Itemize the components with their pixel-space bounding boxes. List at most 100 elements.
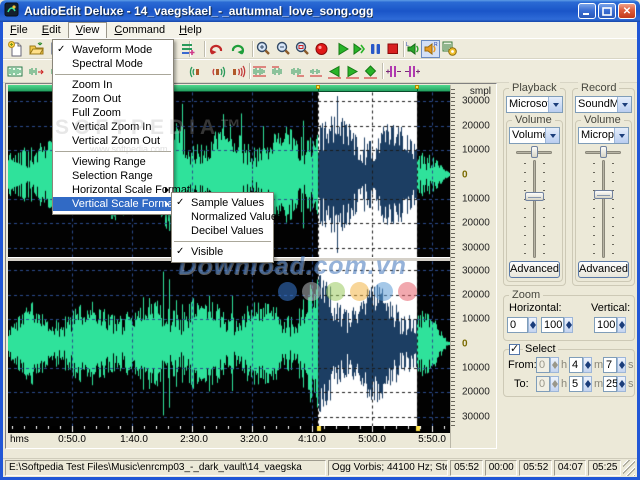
record-device-select[interactable]: SoundMAX [575, 96, 632, 113]
redo-button[interactable] [228, 40, 247, 58]
toolbar-separator [204, 40, 206, 57]
playback-balance-thumb[interactable] [531, 146, 538, 158]
record-volume-thumb[interactable] [594, 190, 613, 199]
loop-preview-button[interactable] [228, 62, 247, 80]
spinner[interactable] [583, 357, 592, 373]
menu-view[interactable]: View [67, 22, 108, 38]
select-to-seconds-field[interactable]: 25 [603, 376, 618, 392]
playback-device-select[interactable]: Microsoft S [506, 96, 563, 113]
chevron-down-icon [621, 102, 628, 107]
zoom-selection-button[interactable] [293, 40, 312, 58]
undo-button[interactable] [207, 40, 226, 58]
playback-volume-source-select[interactable]: Volume Co [509, 127, 560, 144]
record-advanced-button[interactable]: Advanced [578, 261, 629, 278]
zoom-in-button[interactable] [254, 40, 273, 58]
select-to-start-button[interactable] [269, 62, 288, 80]
select-to-minutes-field[interactable]: 5 [569, 376, 583, 392]
go-to-end-button[interactable] [343, 62, 362, 80]
selection-handle-icon[interactable] [415, 85, 419, 89]
status-selection-end-time: 05:25 [588, 460, 622, 476]
menu-item-selection-range[interactable]: Selection Range [53, 169, 173, 183]
spinner[interactable] [528, 317, 537, 333]
window-title: AudioEdit Deluxe - 14_vaegskael_-_autumn… [24, 4, 374, 18]
menu-item-sample-values[interactable]: Sample Values [172, 196, 273, 210]
menu-item-horizontal-scale-format[interactable]: Horizontal Scale Format [53, 183, 190, 197]
waveform-grid-button[interactable] [6, 62, 25, 80]
waveform-channel-right[interactable] [8, 261, 450, 426]
chevron-down-icon [618, 133, 625, 138]
select-from-minutes-field[interactable]: 4 [569, 357, 583, 373]
open-file-button[interactable] [27, 40, 46, 58]
zoom-h-end-field[interactable]: 100 [541, 317, 564, 333]
status-selection-start-time: 04:07 [553, 460, 587, 476]
menu-item-full-zoom[interactable]: Full Zoom [53, 106, 173, 120]
audio-properties-button[interactable] [440, 40, 459, 58]
title-bar[interactable]: AudioEdit Deluxe - 14_vaegskael_-_autumn… [0, 0, 640, 22]
record-button[interactable] [312, 40, 331, 58]
maximize-button[interactable] [598, 3, 616, 19]
spinner[interactable] [617, 317, 626, 333]
record-volume-source-select[interactable]: Micropho [578, 127, 629, 144]
dropdown-button[interactable] [617, 97, 631, 112]
stereo-preview-button[interactable] [208, 62, 227, 80]
select-to-hours-field[interactable]: 0 [536, 376, 550, 392]
marker-start-button[interactable] [384, 62, 403, 80]
slider-ticks [612, 163, 614, 255]
menu-help[interactable]: Help [172, 22, 209, 38]
spinner[interactable] [617, 376, 626, 392]
mix-paste-button[interactable] [179, 40, 198, 58]
selection-handle-icon[interactable] [316, 85, 320, 89]
record-balance-thumb[interactable] [600, 146, 607, 158]
spinner[interactable] [564, 317, 573, 333]
select-all-button[interactable] [250, 62, 269, 80]
menu-item-vertical-zoom-in[interactable]: Vertical Zoom In [53, 120, 173, 134]
marker-end-button[interactable] [403, 62, 422, 80]
dropdown-button[interactable] [545, 128, 559, 143]
right-channel-speaker-button[interactable]: R [421, 39, 440, 58]
menu-item-zoom-in[interactable]: Zoom In [53, 78, 173, 92]
menu-item-zoom-out[interactable]: Zoom Out [53, 92, 173, 106]
spinner[interactable] [550, 376, 559, 392]
minimize-button[interactable] [578, 3, 596, 19]
menu-command[interactable]: Command [107, 22, 172, 38]
select-none-button[interactable] [307, 62, 326, 80]
menu-file[interactable]: File [3, 22, 35, 38]
spinner[interactable] [583, 376, 592, 392]
timeline-ruler[interactable]: hms 0:50.0 1:40.0 2:30.0 3:20.0 4:10.0 5… [8, 433, 450, 448]
menu-edit[interactable]: Edit [35, 22, 68, 38]
spinner[interactable] [550, 357, 559, 373]
resize-grip[interactable] [623, 460, 635, 476]
menu-item-visible[interactable]: Visible [172, 245, 273, 259]
mono-preview-button[interactable] [188, 62, 207, 80]
menu-item-waveform-mode[interactable]: Waveform Mode [53, 43, 173, 57]
menu-item-spectral-mode[interactable]: Spectral Mode [53, 57, 173, 71]
go-to-selection-button[interactable] [361, 62, 380, 80]
menu-item-decibel-values[interactable]: Decibel Values [172, 224, 273, 238]
close-button[interactable]: ✕ [618, 3, 636, 19]
zoom-h-start-field[interactable]: 0 [507, 317, 528, 333]
spinner[interactable] [617, 357, 626, 373]
application-window: AudioEdit Deluxe - 14_vaegskael_-_autumn… [0, 0, 640, 480]
playback-advanced-button[interactable]: Advanced [509, 261, 560, 278]
dropdown-button[interactable] [548, 97, 562, 112]
new-file-button[interactable] [6, 40, 25, 58]
menu-item-viewing-range[interactable]: Viewing Range [53, 155, 173, 169]
waveform-insert-button[interactable] [27, 62, 46, 80]
go-to-start-button[interactable] [325, 62, 344, 80]
timeline-tick-strip[interactable] [8, 426, 450, 433]
dropdown-button[interactable] [614, 128, 628, 143]
select-from-seconds-field[interactable]: 7 [603, 357, 617, 373]
select-checkbox[interactable] [509, 342, 520, 355]
playback-volume-slider[interactable] [533, 160, 536, 258]
record-volume-slider[interactable] [602, 160, 605, 258]
menu-item-vertical-scale-format[interactable]: Vertical Scale Format [53, 197, 177, 211]
menu-item-vertical-zoom-out[interactable]: Vertical Zoom Out [53, 134, 173, 148]
select-to-end-button[interactable] [288, 62, 307, 80]
playback-volume-thumb[interactable] [525, 192, 544, 201]
stop-button[interactable] [383, 40, 402, 58]
timeline-tick: 1:40.0 [120, 434, 148, 445]
zoom-out-button[interactable] [274, 40, 293, 58]
select-from-hours-field[interactable]: 0 [536, 357, 550, 373]
zoom-v-field[interactable]: 100 [594, 317, 617, 333]
menu-item-normalized-values[interactable]: Normalized Values [172, 210, 283, 224]
